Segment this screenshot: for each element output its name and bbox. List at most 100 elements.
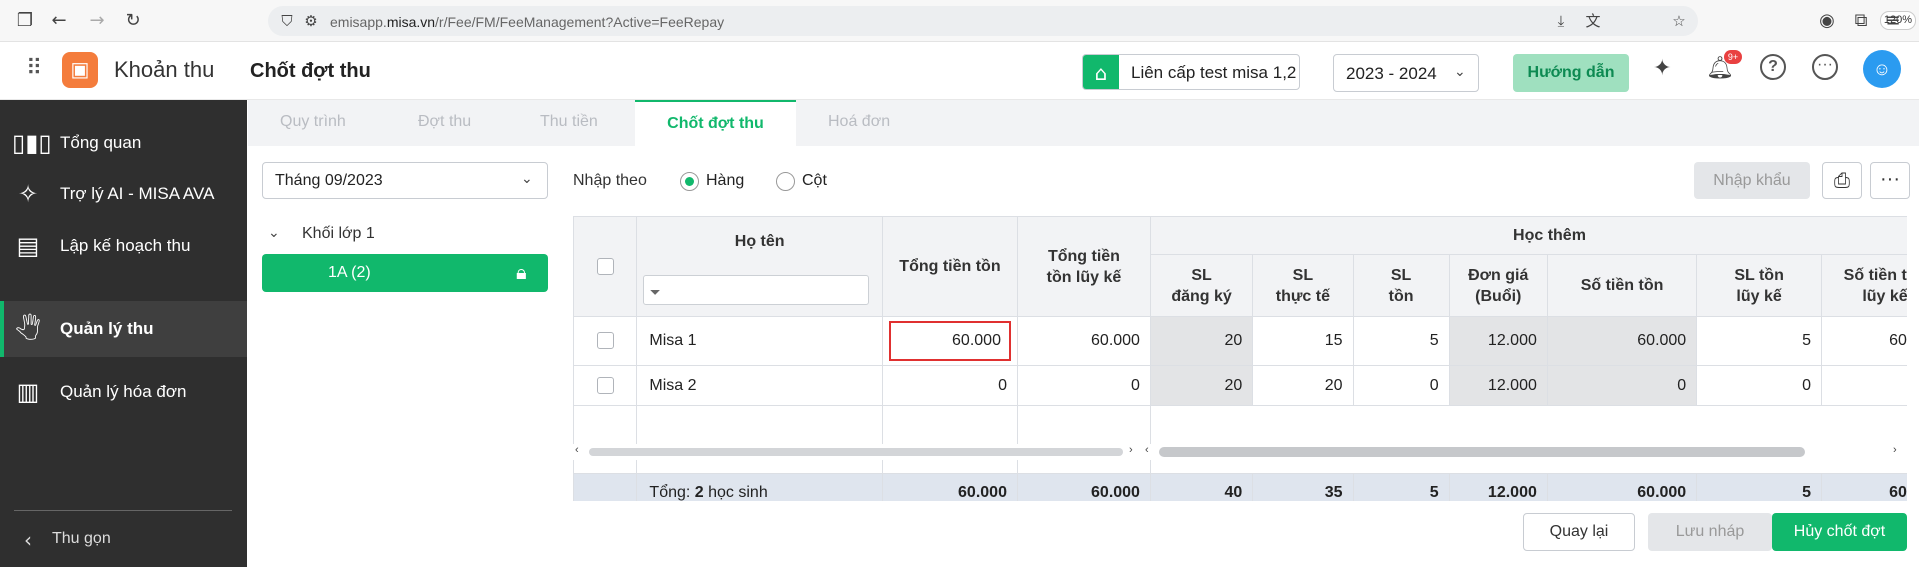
cell-value: 60.000 [1821,316,1907,366]
sidebar: ▯▮▯ Tổng quan ✧ Trợ lý AI - MISA AVA ▤ L… [0,100,247,567]
ai-sparkle-icon: ✧ [17,180,39,208]
site-settings-icon[interactable]: ⚙ [302,12,320,30]
profile-icon[interactable]: ◉ [1818,12,1836,30]
school-name: Liên cấp test misa 1,2 [1131,63,1297,82]
more-options-icon[interactable]: ··· [1870,162,1910,199]
left-scrollbar[interactable]: ‹ › [573,444,1139,460]
month-value: Tháng 09/2023 [275,172,383,189]
save-draft-button[interactable]: Lưu nháp [1648,513,1772,551]
shield-icon[interactable]: ⛉ [278,12,296,30]
tab-bar: Quy trình Đợt thu Thu tiền Chốt đợt thu … [248,100,1919,146]
avatar[interactable]: ☺ [1863,50,1901,88]
back-arrow-icon[interactable]: ← [50,12,68,30]
translate-icon[interactable]: 文 [1584,12,1602,30]
col-header-sub: Số tiền tồnlũy kế [1821,254,1907,317]
data-grid: Họ tên ⏷ Tổng tiền tồn Tổng tiền tồn lũy … [573,216,1907,501]
calendar-dollar-icon: ▤ [16,232,40,260]
select-all-cell[interactable] [573,216,638,317]
header-label: tồn lũy kế [1046,268,1122,286]
chevron-down-icon: ⌄ [1454,63,1466,79]
row-checkbox[interactable] [596,376,614,394]
sidebar-item-label: Trợ lý AI - MISA AVA [60,184,215,203]
back-button[interactable]: Quay lại [1523,513,1635,551]
sidebar-item-ai-assistant[interactable]: ✧ Trợ lý AI - MISA AVA [0,166,247,222]
scrollbar-thumb[interactable] [1159,447,1805,457]
reload-icon[interactable]: ↻ [124,12,142,30]
app-grid-icon[interactable]: ⠿ [26,56,42,81]
empty-area [573,405,1907,474]
document-icon: ▥ [16,378,40,406]
month-selector[interactable]: Tháng 09/2023 ⌄ [262,162,548,199]
more-icon[interactable]: ··· [1812,54,1838,80]
ai-sparkle-icon[interactable]: ✦ [1653,56,1671,81]
radio-row-label[interactable]: Hàng [706,172,744,190]
radio-column-label[interactable]: Cột [802,172,827,190]
sidebar-item-fee-management[interactable]: 🖑︎ Quản lý thu [0,301,247,357]
address-bar[interactable]: ⛉ ⚙ emisapp.misa.vn/r/Fee/FM/FeeManageme… [268,6,1916,36]
cancel-close-round-button[interactable]: Hủy chốt đợt [1772,513,1907,551]
cell-total-remaining: 0 [881,365,1018,406]
row-checkbox[interactable] [596,332,614,350]
radio-row[interactable] [680,172,699,191]
footer-cumulative: 60.000 [1016,473,1151,501]
cell-value[interactable]: 15 [1252,316,1354,366]
sidebar-item-planning[interactable]: ▤ Lập kế hoạch thu [0,218,247,274]
input-mode-label: Nhập theo [573,172,647,189]
col-header-sub: SL tồn [1352,254,1450,317]
bar-chart-icon: ▯▮▯ [12,129,52,157]
cell-value[interactable]: 20 [1252,365,1354,406]
tab-invoices[interactable]: Hoá đơn [828,113,890,131]
class-item-1a[interactable]: 1A (2) 🔒︎ [262,254,548,292]
footer-value: 5 [1696,473,1822,501]
forward-arrow-icon[interactable]: → [88,12,106,30]
sidebar-item-overview[interactable]: ▯▮▯ Tổng quan [0,115,247,171]
chevron-left-icon: ‹ [24,528,32,552]
sidebar-item-label: Quản lý hóa đơn [60,382,187,401]
import-button[interactable]: Nhập khẩu [1694,162,1810,199]
year-selector[interactable]: 2023 - 2024 ⌄ [1333,54,1479,92]
name-filter-input[interactable]: ⏷ [643,275,870,305]
tab-collect-money[interactable]: Thu tiền [540,113,598,131]
tab-process[interactable]: Quy trình [280,113,346,131]
tab-icon[interactable]: ❐ [16,12,34,30]
col-header-sub: Đơn giá (Buổi) [1448,254,1548,317]
col-header-sub: SL thực tế [1252,254,1354,317]
footer-total: 60.000 [881,473,1018,501]
table-row[interactable]: Misa 1 60.000 60.000 20 15 5 12.000 60.0… [573,316,1907,366]
cell-cumulative: 60.000 [1016,316,1151,366]
col-header-sub: Số tiền tồn [1546,254,1698,317]
install-icon[interactable]: ⤓ [1552,12,1570,30]
col-header-total-remaining: Tổng tiền tồn [881,216,1018,317]
extensions-icon[interactable]: ⧉ [1852,12,1870,30]
cell-cumulative: 0 [1016,365,1151,406]
header-label: Họ tên [734,233,785,250]
cell-value: 0 [1352,365,1450,406]
radio-column[interactable] [776,172,795,191]
table-row[interactable]: Misa 2 0 0 20 20 0 12.000 0 0 [573,365,1907,406]
tab-collection-round[interactable]: Đợt thu [418,113,471,131]
year-value: 2023 - 2024 [1346,64,1437,83]
bookmark-star-icon[interactable]: ☆ [1670,12,1688,30]
select-all-checkbox[interactable] [596,258,614,276]
right-scrollbar[interactable]: ‹ › [1141,444,1907,460]
browser-toolbar: ❐ ← → ↻ ⛉ ⚙ emisapp.misa.vn/r/Fee/FM/Fee… [0,0,1919,42]
footer-value: 40 [1149,473,1254,501]
col-header-sub: SL tồn lũy kế [1696,254,1822,317]
url-text[interactable]: emisapp.misa.vn/r/Fee/FM/FeeManagement?A… [330,14,724,30]
printer-icon[interactable]: ⎙ [1822,162,1862,199]
col-header-name: Họ tên ⏷ [636,216,883,317]
sidebar-item-invoices[interactable]: ▥ Quản lý hóa đơn [0,364,247,420]
cell-total-remaining[interactable]: 60.000 [881,316,1018,366]
header-label: Tổng tiền [1047,247,1120,265]
guide-button[interactable]: Hướng dẫn [1513,54,1629,92]
app-logo-icon: ▣ [62,52,98,88]
highlighted-value[interactable]: 60.000 [888,321,1011,361]
tab-close-round[interactable]: Chốt đợt thu [635,100,796,146]
sidebar-collapse[interactable]: ‹ Thu gọn [0,520,247,560]
grade-group-label[interactable]: Khối lớp 1 [302,225,375,243]
school-selector[interactable]: ⌂ Liên cấp test misa 1,2 [1082,54,1300,90]
col-header-total-cumulative: Tổng tiền tồn lũy kế [1016,216,1151,317]
chevron-down-icon[interactable]: ⌄ [268,224,280,241]
help-icon[interactable]: ? [1760,54,1786,80]
browser-menu-icon[interactable]: ≡ [1884,12,1902,30]
